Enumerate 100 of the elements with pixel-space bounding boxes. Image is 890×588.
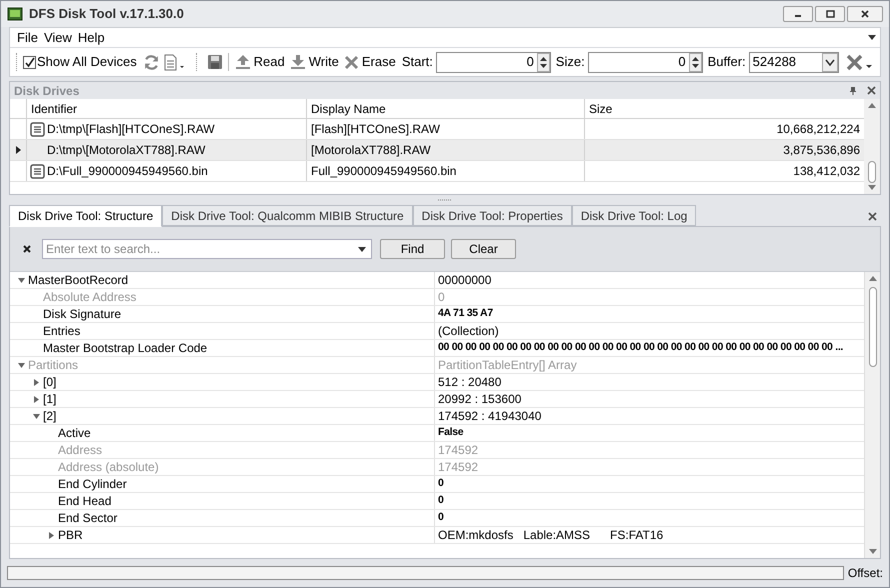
- table-row[interactable]: D:\Full_990000945949560.bin Full_990000945949560.bin 138,412,032: [10, 161, 864, 182]
- panel-title: Disk Drives: [14, 82, 80, 100]
- property-value: 20992 : 153600: [438, 391, 522, 408]
- property-value: PartitionTableEntry[] Array: [438, 357, 577, 374]
- property-value: 174592: [438, 442, 478, 459]
- menu-item[interactable]: File: [14, 28, 41, 48]
- menu-item[interactable]: Help: [74, 28, 108, 48]
- property-name: PBR: [58, 527, 83, 544]
- menu-item[interactable]: View: [40, 28, 75, 48]
- offset-label: Offset:: [848, 565, 883, 582]
- close-icon: [860, 10, 870, 18]
- scrollbar[interactable]: [864, 272, 880, 558]
- field-label: Start:: [402, 53, 433, 72]
- property-value: (Collection): [438, 323, 499, 340]
- table-cell-text: 3,875,536,896: [783, 142, 860, 159]
- document-icon[interactable]: [162, 54, 187, 70]
- clear-button[interactable]: Clear: [451, 239, 516, 259]
- property-value: OEM:mkdosfs Lable:AMSS FS:FAT16: [438, 527, 664, 544]
- app-icon: [7, 6, 23, 22]
- property-value: 00000000: [438, 272, 492, 289]
- table-cell-text: [Flash][HTCOneS].RAW: [311, 121, 440, 138]
- property-name: Active: [58, 425, 91, 442]
- property-name: End Sector: [58, 510, 118, 527]
- property-name: [0]: [43, 374, 56, 391]
- write-button[interactable]: Write: [288, 52, 340, 72]
- scroll-down-arrow-icon[interactable]: [868, 185, 876, 190]
- read-icon: [234, 54, 251, 70]
- property-name: [1]: [43, 391, 56, 408]
- read-button[interactable]: Read: [234, 52, 286, 72]
- search-field[interactable]: Enter text to search...: [42, 239, 372, 259]
- scrollbar[interactable]: [864, 99, 880, 194]
- refresh-icon[interactable]: [142, 54, 160, 70]
- field-label: Buffer:: [708, 53, 746, 72]
- property-name: Entries: [43, 323, 80, 340]
- table-row[interactable]: D:\tmp\[MotorolaXT788].RAW [MotorolaXT788].RAW 3,875,536,896: [10, 140, 864, 161]
- erase-button[interactable]: Erase: [342, 52, 397, 72]
- table-cell-text: Full_990000945949560.bin: [311, 163, 456, 180]
- table-cell-text: D:\Full_990000945949560.bin: [47, 163, 208, 180]
- dropdown-arrow-icon[interactable]: [868, 35, 876, 40]
- property-value: 512 : 20480: [438, 374, 502, 391]
- close-button[interactable]: [847, 6, 883, 22]
- scroll-up-arrow-icon[interactable]: [868, 103, 876, 108]
- property-value: False: [438, 425, 464, 440]
- property-value: 0: [438, 289, 445, 306]
- table-cell-text: 10,668,212,224: [776, 121, 860, 138]
- property-value: 00 00 00 00 00 00 00 00 00 00 00 00 00 00 00 00 00 00 00 00 00 00 00 00 00 00 00 00 00 ...: [438, 340, 844, 356]
- scroll-down-arrow-icon[interactable]: [868, 549, 876, 554]
- table-cell-text: 138,412,032: [793, 163, 860, 180]
- erase-icon: [344, 54, 359, 70]
- property-name: Address: [58, 442, 102, 459]
- property-name: Master Bootstrap Loader Code: [43, 340, 208, 357]
- minimize-button[interactable]: [783, 6, 813, 22]
- tab[interactable]: Disk Drive Tool: Properties: [412, 205, 572, 226]
- write-icon: [290, 54, 306, 70]
- save-icon[interactable]: [206, 54, 223, 70]
- property-name: Partitions: [28, 357, 78, 374]
- maximize-icon: [825, 10, 835, 18]
- property-value: 0: [438, 510, 444, 526]
- buffer-dropdown[interactable]: 524288: [748, 52, 839, 72]
- start-field[interactable]: 0: [436, 52, 551, 72]
- table-cell-text: D:\tmp\[MotorolaXT788].RAW: [47, 142, 206, 159]
- tab[interactable]: Disk Drive Tool: Log: [572, 205, 696, 226]
- dropdown-arrow-icon[interactable]: [355, 245, 369, 253]
- property-name: Absolute Address: [43, 289, 136, 306]
- property-name: Disk Signature: [43, 306, 122, 323]
- scrollbar-thumb[interactable]: [868, 287, 876, 367]
- collapse-arrow-icon[interactable]: [18, 278, 24, 282]
- pin-icon[interactable]: [849, 86, 857, 96]
- size-field[interactable]: 0: [588, 52, 703, 72]
- tab[interactable]: Disk Drive Tool: Qualcomm MIBIB Structure: [162, 205, 413, 226]
- close-icon[interactable]: [868, 212, 877, 221]
- column-header[interactable]: Display Name: [306, 99, 584, 118]
- table-row[interactable]: D:\tmp\[Flash][HTCOneS].RAW [Flash][HTCOneS].RAW 10,668,212,224: [10, 119, 864, 140]
- property-value: 0: [438, 493, 444, 508]
- close-icon[interactable]: [867, 86, 876, 95]
- column-header[interactable]: Identifier: [26, 99, 306, 118]
- property-value: 0: [438, 476, 444, 492]
- spinner-arrows-icon[interactable]: [536, 52, 550, 72]
- property-value: 4A 71 35 A7: [438, 306, 493, 322]
- find-button[interactable]: Find: [380, 239, 445, 259]
- row-pointer-icon: [16, 146, 20, 154]
- window-title: DFS Disk Tool v.17.1.30.0: [29, 5, 184, 24]
- property-name: MasterBootRecord: [28, 272, 128, 289]
- checkmark-icon: [24, 56, 35, 68]
- field-label: Size:: [556, 53, 585, 72]
- table-cell-text: [MotorolaXT788].RAW: [311, 142, 431, 159]
- scroll-up-arrow-icon[interactable]: [868, 276, 876, 281]
- property-value: 174592 : 41943040: [438, 408, 542, 425]
- close-icon[interactable]: [22, 244, 32, 254]
- property-name: End Cylinder: [58, 476, 127, 493]
- show-all-devices-checkbox[interactable]: Show All Devices: [22, 52, 137, 72]
- maximize-button[interactable]: [815, 6, 845, 22]
- scrollbar-thumb[interactable]: [868, 161, 876, 183]
- property-value: 174592: [438, 459, 478, 476]
- property-name: End Head: [58, 493, 112, 510]
- property-name: [2]: [43, 408, 56, 425]
- property-name: Address (absolute): [58, 459, 159, 476]
- spinner-arrows-icon[interactable]: [688, 52, 702, 72]
- tab[interactable]: Disk Drive Tool: Structure: [9, 205, 162, 227]
- table-cell-text: D:\tmp\[Flash][HTCOneS].RAW: [47, 121, 215, 138]
